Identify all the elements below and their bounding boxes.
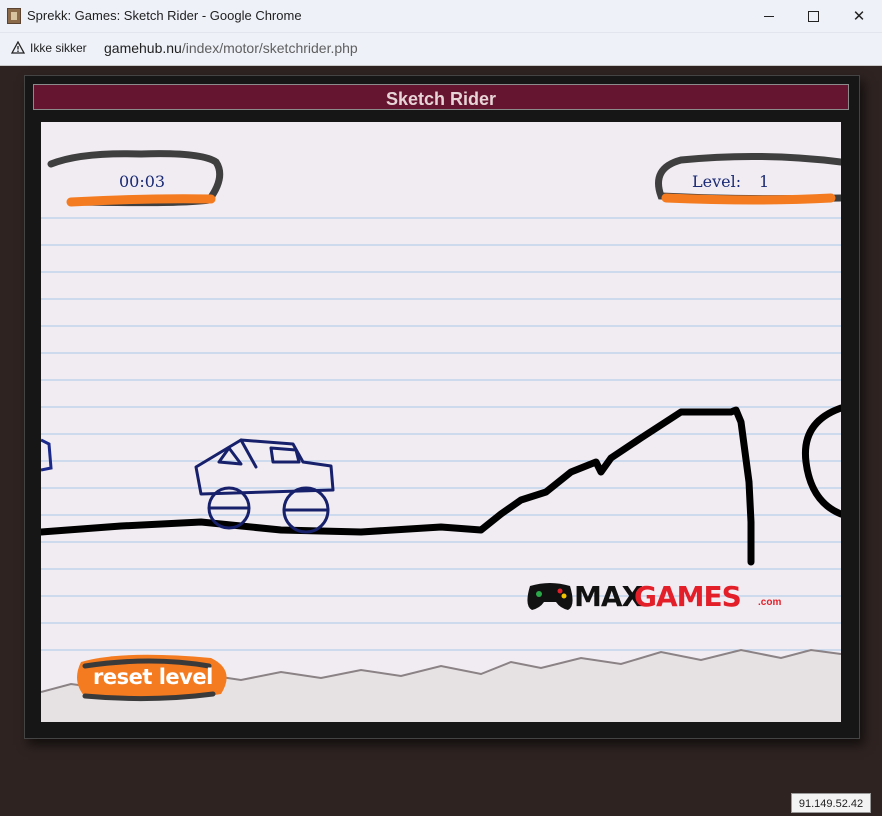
game-title: Sketch Rider: [385, 89, 497, 109]
maximize-icon: [807, 10, 819, 22]
logo-max-text: MAX: [574, 580, 643, 613]
game-frame: Sketch Rider 00:03 Level: 1 reset level …: [24, 75, 860, 739]
gamepad-icon: [527, 583, 573, 610]
site-favicon-icon: [7, 8, 21, 24]
not-secure-label[interactable]: Ikke sikker: [30, 41, 87, 55]
address-bar: Ikke sikker gamehub.nu/index/motor/sketc…: [0, 33, 882, 66]
reset-level-button[interactable]: reset level: [81, 658, 231, 708]
truck: [194, 438, 335, 534]
url-domain: gamehub.nu: [104, 40, 182, 56]
url-path: /index/motor/sketchrider.php: [181, 40, 358, 56]
reset-level-label: reset level: [93, 665, 213, 689]
logo-com-text: .com: [758, 597, 782, 608]
maxgames-logo[interactable]: MAX GAMES .com: [526, 572, 801, 620]
close-icon: ✕: [852, 8, 866, 25]
url-field[interactable]: gamehub.nu/index/motor/sketchrider.php: [104, 40, 358, 56]
logo-games-text: GAMES: [634, 580, 742, 613]
paper-background: [41, 150, 841, 722]
window-title: Sprekk: Games: Sketch Rider - Google Chr…: [27, 8, 302, 23]
level-label: Level:: [692, 172, 742, 191]
minimize-icon: [764, 15, 774, 17]
minimize-button[interactable]: [746, 0, 792, 32]
maximize-button[interactable]: [790, 0, 836, 32]
game-title-bar: Sketch Rider: [33, 84, 849, 110]
ip-address-badge: 91.149.52.42: [791, 793, 871, 813]
warning-icon[interactable]: [11, 41, 25, 55]
page-content: Sketch Rider 00:03 Level: 1 reset level …: [0, 66, 882, 816]
close-button[interactable]: ✕: [836, 0, 882, 32]
level-value: 1: [759, 172, 770, 191]
timer-display: 00:03: [119, 172, 166, 191]
game-canvas[interactable]: 00:03 Level: 1 reset level MAX GAMES .co…: [41, 122, 841, 722]
window-titlebar: Sprekk: Games: Sketch Rider - Google Chr…: [0, 0, 882, 33]
